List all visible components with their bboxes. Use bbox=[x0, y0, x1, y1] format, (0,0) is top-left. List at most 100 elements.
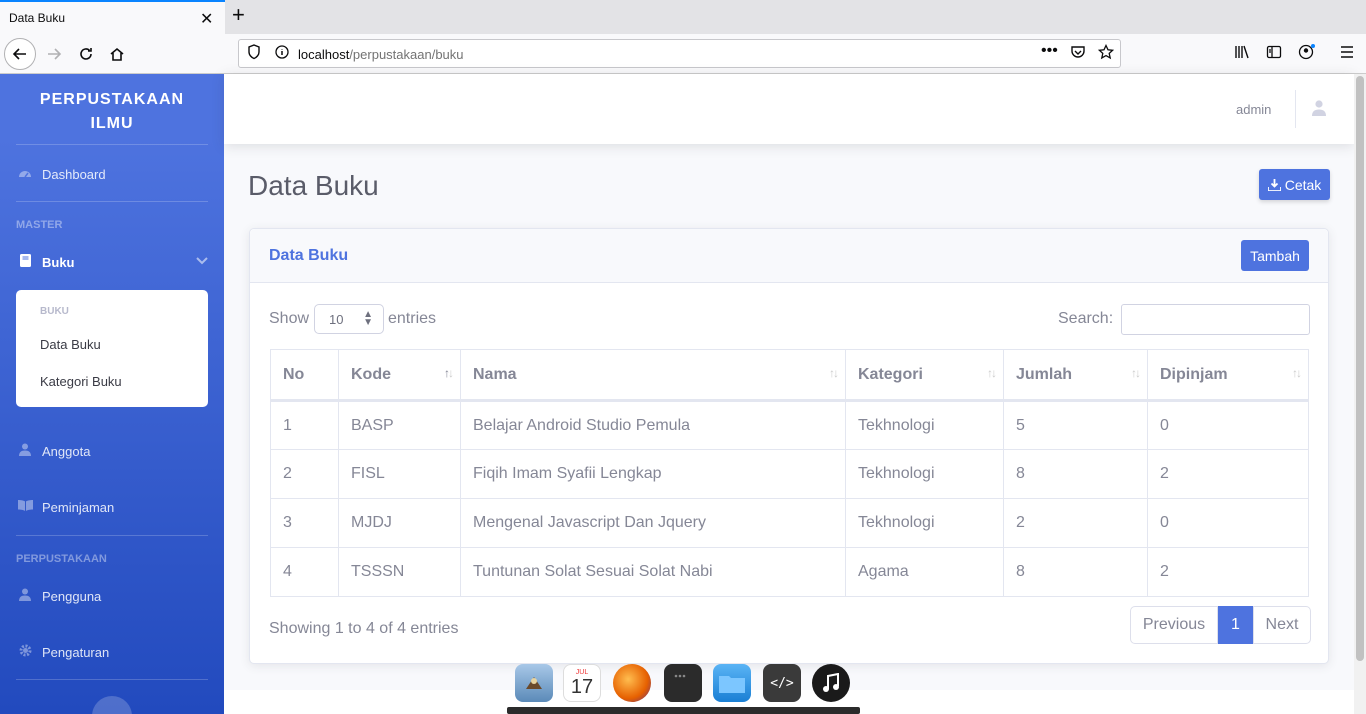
page-1-button[interactable]: 1 bbox=[1218, 606, 1253, 644]
info-icon[interactable] bbox=[275, 44, 289, 63]
search-label: Search: bbox=[1058, 310, 1114, 327]
sidebar-item-pengguna[interactable]: Pengguna bbox=[16, 584, 208, 608]
tambah-button[interactable]: Tambah bbox=[1241, 240, 1309, 271]
topbar-divider bbox=[1295, 90, 1296, 128]
book-icon bbox=[16, 254, 34, 270]
user-name[interactable]: admin bbox=[1236, 102, 1271, 117]
url-bar[interactable]: localhost/perpustakaan/buku ••• bbox=[238, 39, 1121, 68]
new-tab-icon[interactable]: + bbox=[232, 4, 245, 26]
sidebar-item-peminjaman[interactable]: Peminjaman bbox=[16, 495, 208, 519]
search-input[interactable] bbox=[1121, 304, 1310, 335]
sidebar-item-dashboard[interactable]: Dashboard bbox=[16, 162, 208, 186]
sidebar-item-buku[interactable]: Buku bbox=[16, 250, 208, 274]
back-button[interactable] bbox=[4, 38, 36, 70]
cell-kode: MJDJ bbox=[338, 498, 461, 548]
cetak-button[interactable]: Cetak bbox=[1259, 169, 1330, 200]
brand-line-1: PERPUSTAKAAN bbox=[39, 91, 185, 108]
books-table: No Kode ↑↓ Nama ↑↓ Kategori ↑↓ Jumlah ↑↓ Dip… bbox=[270, 349, 1309, 597]
terminal-icon[interactable] bbox=[664, 664, 702, 702]
download-icon bbox=[1267, 178, 1281, 191]
home-button[interactable] bbox=[101, 38, 133, 70]
reload-icon bbox=[80, 48, 92, 60]
cell-jumlah: 5 bbox=[1003, 400, 1148, 450]
shield-icon[interactable] bbox=[247, 44, 261, 63]
column-header-no[interactable]: No bbox=[270, 349, 339, 402]
submenu-item-data-buku[interactable]: Data Buku bbox=[40, 337, 101, 352]
finder-icon[interactable] bbox=[515, 664, 553, 702]
entries-select[interactable]: 10 ▲ ▼ bbox=[314, 304, 384, 334]
arrow-left-icon bbox=[12, 48, 26, 60]
submenu-item-kategori-buku[interactable]: Kategori Buku bbox=[40, 374, 122, 389]
tachometer-icon bbox=[16, 167, 34, 182]
sidebar-heading-perpustakaan: PERPUSTAKAAN bbox=[16, 553, 107, 565]
sidebar-item-label: Anggota bbox=[42, 443, 91, 459]
next-page-button[interactable]: Next bbox=[1253, 606, 1311, 644]
cell-kategori: Agama bbox=[845, 547, 1004, 597]
sort-icon: ↑↓ bbox=[1131, 366, 1141, 380]
cell-kategori: Tekhnologi bbox=[845, 449, 1004, 499]
menu-icon[interactable] bbox=[1340, 44, 1354, 64]
library-icon[interactable] bbox=[1234, 44, 1250, 64]
files-icon[interactable] bbox=[713, 664, 751, 702]
calendar-icon[interactable]: JUL 17 bbox=[563, 664, 601, 702]
brand-line-2: ILMU bbox=[90, 115, 134, 132]
sidebar-item-label: Buku bbox=[42, 254, 75, 270]
card-title: Data Buku bbox=[269, 247, 349, 264]
account-icon[interactable] bbox=[1298, 44, 1316, 64]
sidebar-toggle-button[interactable] bbox=[92, 696, 132, 714]
cell-dipinjam: 0 bbox=[1147, 498, 1309, 548]
sidebar-divider bbox=[16, 201, 208, 202]
sidebar-item-pengaturan[interactable]: Pengaturan bbox=[16, 640, 208, 664]
cell-nama: Mengenal Javascript Dan Jquery bbox=[460, 498, 846, 548]
url-text: localhost/perpustakaan/buku bbox=[298, 47, 464, 62]
column-header-kode[interactable]: Kode ↑↓ bbox=[338, 349, 461, 402]
sort-icon: ↑↓ bbox=[829, 366, 839, 380]
music-icon[interactable] bbox=[812, 664, 850, 702]
column-header-jumlah[interactable]: Jumlah ↑↓ bbox=[1003, 349, 1148, 402]
browser-tab[interactable]: Data Buku ✕ bbox=[0, 0, 225, 34]
column-header-nama[interactable]: Nama ↑↓ bbox=[460, 349, 846, 402]
close-tab-icon[interactable]: ✕ bbox=[200, 9, 213, 29]
page-scrollbar[interactable] bbox=[1354, 74, 1366, 714]
cell-kode: TSSSN bbox=[338, 547, 461, 597]
previous-page-button[interactable]: Previous bbox=[1130, 606, 1218, 644]
sort-icon: ↑↓ bbox=[987, 366, 997, 380]
firefox-icon[interactable] bbox=[613, 664, 651, 702]
cell-dipinjam: 2 bbox=[1147, 547, 1309, 597]
sidebar-divider bbox=[16, 679, 208, 680]
cell-no: 4 bbox=[270, 547, 339, 597]
cell-jumlah: 8 bbox=[1003, 547, 1148, 597]
brand-text[interactable]: PERPUSTAKAAN ILMU bbox=[0, 88, 224, 136]
dock-shelf bbox=[507, 707, 860, 714]
more-actions-icon[interactable]: ••• bbox=[1041, 42, 1058, 60]
open-book-icon bbox=[16, 500, 34, 514]
page-title: Data Buku bbox=[248, 170, 379, 201]
sidebar-divider bbox=[16, 535, 208, 536]
browser-nav-bar: localhost/perpustakaan/buku ••• bbox=[0, 34, 1366, 74]
browser-tab-bar: Data Buku ✕ + bbox=[0, 0, 1366, 34]
sidebar-item-label: Pengguna bbox=[42, 588, 102, 604]
column-header-kategori[interactable]: Kategori ↑↓ bbox=[845, 349, 1004, 402]
scrollbar-thumb[interactable] bbox=[1356, 76, 1364, 661]
user-icon bbox=[16, 443, 34, 459]
column-header-dipinjam[interactable]: Dipinjam ↑↓ bbox=[1147, 349, 1309, 402]
pocket-icon[interactable] bbox=[1070, 44, 1086, 63]
cell-nama: Belajar Android Studio Pemula bbox=[460, 400, 846, 450]
cell-jumlah: 2 bbox=[1003, 498, 1148, 548]
table-header-row: No Kode ↑↓ Nama ↑↓ Kategori ↑↓ Jumlah ↑↓ Dip… bbox=[270, 349, 1309, 402]
sidebar-item-anggota[interactable]: Anggota bbox=[16, 439, 208, 463]
forward-button[interactable] bbox=[38, 38, 70, 70]
sidebar-item-label: Pengaturan bbox=[42, 644, 110, 660]
sidebar-toggle-icon[interactable] bbox=[1266, 44, 1282, 64]
user-avatar-icon[interactable] bbox=[1312, 100, 1326, 121]
cell-no: 2 bbox=[270, 449, 339, 499]
cell-no: 3 bbox=[270, 498, 339, 548]
chevron-down-icon bbox=[196, 254, 208, 268]
gear-icon bbox=[16, 644, 34, 660]
bookmark-star-icon[interactable] bbox=[1097, 43, 1115, 63]
cetak-label: Cetak bbox=[1284, 176, 1322, 193]
user-icon bbox=[16, 588, 34, 604]
code-editor-icon[interactable]: </> bbox=[763, 664, 801, 702]
cell-kategori: Tekhnologi bbox=[845, 400, 1004, 450]
reload-button[interactable] bbox=[70, 38, 102, 70]
